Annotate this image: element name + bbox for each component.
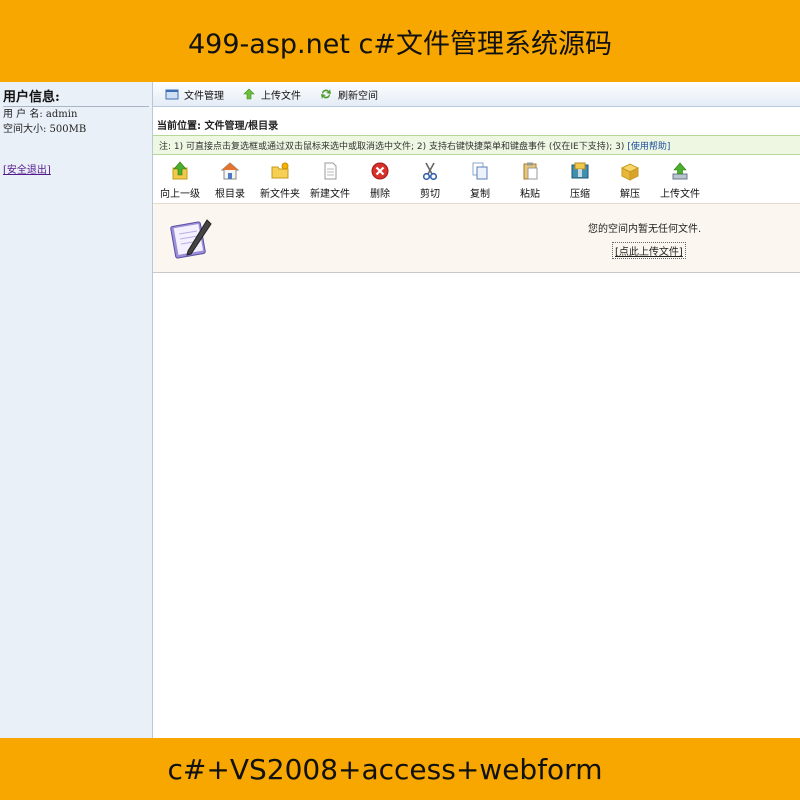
bottom-banner: c#+VS2008+access+webform — [0, 738, 800, 800]
usage-note: 注: 1) 可直接点击复选框或通过双击鼠标来选中或取消选中文件; 2) 支持右键… — [153, 135, 800, 155]
help-link[interactable]: [使用帮助] — [627, 139, 670, 152]
upload-here-link[interactable]: [点此上传文件] — [612, 242, 686, 259]
home-icon — [220, 162, 240, 180]
up-level-icon — [172, 161, 188, 180]
top-banner-text: 499-asp.net c#文件管理系统源码 — [188, 28, 612, 60]
tool-label: 根目录 — [215, 189, 245, 200]
compress-button[interactable]: 压缩 — [555, 155, 605, 203]
new-folder-icon — [271, 162, 289, 179]
sidebar-title: 用户信息: — [3, 90, 60, 105]
tool-label: 删除 — [370, 189, 390, 200]
extract-button[interactable]: 解压 — [605, 155, 655, 203]
tool-label: 向上一级 — [160, 189, 200, 200]
upload-file-button[interactable]: 上传文件 — [655, 155, 705, 203]
top-menu: 文件管理 上传文件 刷新空间 — [153, 82, 800, 107]
tool-label: 上传文件 — [660, 189, 700, 200]
tool-label: 粘贴 — [520, 189, 540, 200]
delete-button[interactable]: 删除 — [355, 155, 405, 203]
extract-icon — [620, 163, 640, 181]
menu-file-manage[interactable]: 文件管理 — [165, 87, 224, 102]
menu-upload[interactable]: 上传文件 — [242, 87, 301, 102]
logout-link[interactable]: [安全退出] — [3, 161, 51, 176]
tool-label: 剪切 — [420, 189, 440, 200]
paste-button[interactable]: 粘贴 — [505, 155, 555, 203]
note-text: 注: 1) 可直接点击复选框或通过双击鼠标来选中或取消选中文件; 2) 支持右键… — [159, 141, 625, 152]
tool-label: 压缩 — [570, 189, 590, 200]
menu-label: 刷新空间 — [338, 90, 378, 102]
toolbar: 向上一级 根目录 新文件夹 新建文件 删除 剪切 复制 粘贴 压缩 解压 上传文… — [153, 155, 800, 203]
menu-label: 文件管理 — [184, 90, 224, 102]
empty-state-panel: 您的空间内暂无任何文件. [点此上传文件] — [153, 203, 800, 273]
new-folder-button[interactable]: 新文件夹 — [255, 155, 305, 203]
tool-label: 解压 — [620, 189, 640, 200]
space-size-line: 空间大小: 500MB — [3, 124, 87, 135]
username-line: 用 户 名: admin — [3, 109, 78, 120]
empty-message: 您的空间内暂无任何文件. — [588, 224, 702, 235]
top-banner: 499-asp.net c#文件管理系统源码 — [0, 0, 800, 82]
tool-label: 新文件夹 — [260, 189, 300, 200]
notepad-pen-icon — [170, 219, 212, 259]
cut-button[interactable]: 剪切 — [405, 155, 455, 203]
refresh-icon — [321, 89, 331, 99]
bottom-banner-text: c#+VS2008+access+webform — [167, 752, 603, 786]
new-file-icon — [324, 162, 337, 180]
menu-label: 上传文件 — [261, 90, 301, 102]
menu-refresh[interactable]: 刷新空间 — [319, 87, 378, 102]
copy-button[interactable]: 复制 — [455, 155, 505, 203]
sidebar: 用户信息: 用 户 名: admin 空间大小: 500MB [安全退出] — [0, 82, 153, 738]
main-area: 文件管理 上传文件 刷新空间 当前位置: 文件管理/根目录 注: 1) 可直接点… — [153, 82, 800, 738]
copy-icon — [472, 162, 488, 180]
scissors-icon — [422, 162, 438, 181]
up-level-button[interactable]: 向上一级 — [155, 155, 205, 203]
paste-icon — [523, 162, 538, 180]
current-location: 当前位置: 文件管理/根目录 — [157, 120, 279, 132]
root-dir-button[interactable]: 根目录 — [205, 155, 255, 203]
tool-label: 复制 — [470, 189, 490, 200]
upload-icon — [672, 162, 688, 180]
new-file-button[interactable]: 新建文件 — [305, 155, 355, 203]
compress-icon — [571, 162, 589, 179]
tool-label: 新建文件 — [310, 189, 350, 200]
delete-icon — [371, 162, 389, 180]
upload-arrow-icon — [243, 88, 255, 100]
folder-window-icon — [165, 89, 179, 100]
